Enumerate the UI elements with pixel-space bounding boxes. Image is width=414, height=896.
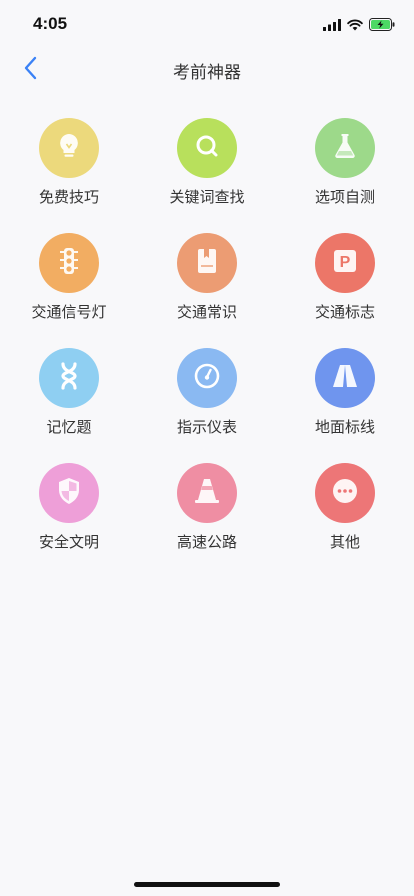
search-icon [194, 133, 220, 163]
grid-item-road-markings[interactable]: 地面标线 [276, 348, 414, 463]
status-icons [323, 16, 396, 35]
grid-item-dashboard-indicators[interactable]: 指示仪表 [138, 348, 276, 463]
grid-item-self-test[interactable]: 选项自测 [276, 118, 414, 233]
grid-item-safety-civility[interactable]: 安全文明 [0, 463, 138, 578]
grid-item-label: 关键词查找 [169, 188, 245, 206]
grid-item-circle [39, 233, 99, 293]
grid-item-circle [177, 348, 237, 408]
dna-icon [57, 362, 81, 394]
grid-item-label: 交通标志 [314, 303, 375, 321]
grid-item-other[interactable]: 其他 [276, 463, 414, 578]
grid-item-circle [315, 463, 375, 523]
grid-item-traffic-knowledge[interactable]: 交通常识 [138, 233, 276, 348]
tools-grid: 免费技巧 关键词查找 选项自测 交通信号灯 交通常识 P 交通标志 记忆题 指示… [0, 118, 414, 578]
grid-item-circle [39, 463, 99, 523]
grid-item-memory-questions[interactable]: 记忆题 [0, 348, 138, 463]
more-icon [331, 477, 359, 509]
flask-icon [332, 132, 358, 164]
grid-item-label: 选项自测 [314, 188, 375, 206]
shield-icon [57, 477, 81, 509]
grid-item-label: 安全文明 [38, 533, 99, 551]
grid-item-circle [39, 118, 99, 178]
svg-text:P: P [340, 254, 351, 271]
nav-bar: 考前神器 [0, 48, 414, 92]
parking-sign-icon: P [332, 248, 358, 278]
status-time: 4:05 [33, 14, 68, 33]
grid-item-label: 高速公路 [176, 533, 237, 551]
gauge-icon [193, 362, 221, 394]
grid-item-label: 地面标线 [314, 418, 375, 436]
grid-item-label: 交通信号灯 [31, 303, 107, 321]
grid-item-circle [177, 463, 237, 523]
road-icon [331, 363, 359, 393]
grid-item-label: 交通常识 [176, 303, 237, 321]
home-indicator [134, 882, 280, 887]
grid-item-label: 指示仪表 [176, 418, 237, 436]
cellular-signal-icon [323, 16, 341, 35]
traffic-cone-icon [194, 477, 220, 509]
traffic-light-icon [58, 247, 80, 279]
status-bar: 4:05 [0, 0, 414, 48]
grid-item-highway[interactable]: 高速公路 [138, 463, 276, 578]
grid-item-free-tips[interactable]: 免费技巧 [0, 118, 138, 233]
page-title: 考前神器 [173, 63, 241, 83]
lightbulb-icon [56, 132, 82, 164]
grid-item-circle [177, 233, 237, 293]
grid-item-traffic-lights[interactable]: 交通信号灯 [0, 233, 138, 348]
grid-item-keyword-search[interactable]: 关键词查找 [138, 118, 276, 233]
battery-charging-icon [369, 16, 396, 35]
screen: 4:05 考前神器 免费技巧 关键词查找 选项自测 交通信号灯 交通常识 P 交… [0, 0, 414, 896]
grid-item-traffic-signs[interactable]: P 交通标志 [276, 233, 414, 348]
wifi-icon [347, 16, 363, 35]
book-icon [195, 248, 219, 278]
grid-item-circle: P [315, 233, 375, 293]
grid-item-circle [177, 118, 237, 178]
grid-item-circle [39, 348, 99, 408]
grid-item-label: 其他 [329, 533, 360, 551]
grid-item-label: 免费技巧 [38, 188, 99, 206]
grid-item-label: 记忆题 [46, 418, 92, 436]
grid-item-circle [315, 118, 375, 178]
grid-item-circle [315, 348, 375, 408]
